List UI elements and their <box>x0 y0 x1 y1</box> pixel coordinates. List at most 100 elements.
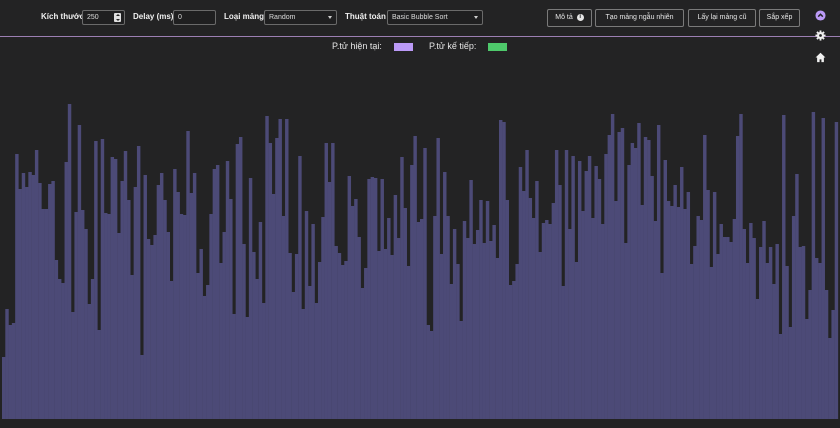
array-bar <box>258 222 263 419</box>
array-bar <box>577 161 582 419</box>
array-bar <box>321 217 325 419</box>
array-bar <box>429 331 434 419</box>
old-array-button[interactable]: Lấy lại mảng cũ <box>688 9 756 27</box>
array-bar <box>762 221 766 419</box>
array-bar <box>749 223 753 419</box>
array-bar <box>564 150 569 419</box>
array-bar <box>127 200 131 419</box>
array-bar <box>153 235 157 419</box>
size-input[interactable]: 250 <box>82 10 125 25</box>
array-bar <box>742 229 746 419</box>
array-bar <box>449 284 454 419</box>
array-bar <box>110 157 115 419</box>
array-bar <box>183 215 187 419</box>
old-array-button-label: Lấy lại mảng cũ <box>697 14 747 21</box>
array-bar <box>347 176 352 419</box>
array-bar <box>235 144 240 419</box>
array-bar <box>71 312 75 419</box>
array-bar <box>650 176 654 419</box>
array-bar <box>466 238 470 419</box>
array-bar <box>393 195 398 419</box>
array-bar <box>735 136 740 419</box>
array-bar <box>617 132 621 419</box>
array-bar <box>561 286 565 419</box>
array-bar <box>350 206 355 419</box>
array-bar <box>21 173 26 419</box>
sort-button[interactable]: Sắp xếp <box>759 9 800 27</box>
array-bar <box>834 122 839 419</box>
array-bar <box>828 338 832 419</box>
array-bar <box>8 325 13 419</box>
next-element-label: P.tử kế tiếp: <box>429 41 477 51</box>
current-element-swatch <box>394 43 413 51</box>
array-bar <box>587 156 592 419</box>
toolbar: Kích thước 250 Delay (ms) 0 Loại mảng Ra… <box>0 0 840 37</box>
next-element-swatch <box>488 43 507 51</box>
array-bar <box>341 265 345 419</box>
chevron-up-circle-icon[interactable] <box>815 10 826 21</box>
array-bar <box>403 208 407 419</box>
array-bar <box>571 156 575 419</box>
array-bar <box>423 148 427 419</box>
array-bar <box>301 309 305 419</box>
array-bar <box>722 237 727 419</box>
array-bar <box>117 233 121 419</box>
array-bar <box>680 167 684 419</box>
array-bar <box>456 264 460 419</box>
array-bar <box>643 137 648 419</box>
array-bar <box>380 179 384 419</box>
random-array-button-label: Tạo mảng ngẫu nhiên <box>605 14 674 21</box>
array-bar <box>805 319 809 419</box>
describe-button[interactable]: Mô tả i <box>547 9 592 27</box>
delay-input[interactable]: 0 <box>173 10 216 25</box>
home-icon[interactable] <box>815 52 826 63</box>
array-bar <box>666 201 671 419</box>
array-bar <box>633 148 638 419</box>
algorithm-select[interactable]: Basic Bubble Sort <box>387 10 483 25</box>
array-type-select[interactable]: Random <box>264 10 337 25</box>
array-bar <box>202 296 207 419</box>
array-bar <box>196 273 200 419</box>
array-bar <box>554 150 559 419</box>
array-bar <box>212 169 217 419</box>
array-bar <box>107 214 111 419</box>
array-bar <box>745 263 750 419</box>
array-bar <box>778 334 783 419</box>
array-bar <box>459 321 463 419</box>
array-bar <box>48 184 52 419</box>
random-array-button[interactable]: Tạo mảng ngẫu nhiên <box>595 9 684 27</box>
array-bar <box>189 193 194 419</box>
array-bar <box>84 229 88 419</box>
array-bar <box>495 258 500 419</box>
array-bar <box>545 220 549 419</box>
current-element-label: P.tử hiện tại: <box>332 41 382 51</box>
spinner-icon[interactable] <box>114 13 121 22</box>
array-bar <box>670 206 674 419</box>
array-bar <box>584 171 589 419</box>
array-bar <box>614 201 618 419</box>
array-bar <box>775 244 779 419</box>
array-bar <box>28 172 32 419</box>
array-bar <box>130 275 134 419</box>
array-bar <box>452 229 457 419</box>
array-type-label: Loại mảng <box>224 12 265 21</box>
array-bar <box>156 185 161 419</box>
array-bar <box>462 221 467 419</box>
array-bar <box>624 243 628 419</box>
gear-icon[interactable] <box>815 30 826 41</box>
array-bar <box>811 112 816 419</box>
array-bar <box>285 119 289 419</box>
array-bar <box>712 192 717 419</box>
array-bar <box>591 218 595 419</box>
array-bar <box>821 118 825 419</box>
array-bar <box>278 119 282 419</box>
array-bar <box>824 290 829 419</box>
array-bar <box>87 304 92 419</box>
array-bar <box>518 167 523 419</box>
array-bar <box>759 247 763 419</box>
array-bar <box>548 224 552 419</box>
array-bar <box>420 219 424 419</box>
array-bar <box>373 178 378 419</box>
array-bar <box>331 143 335 419</box>
array-bar <box>818 263 822 419</box>
